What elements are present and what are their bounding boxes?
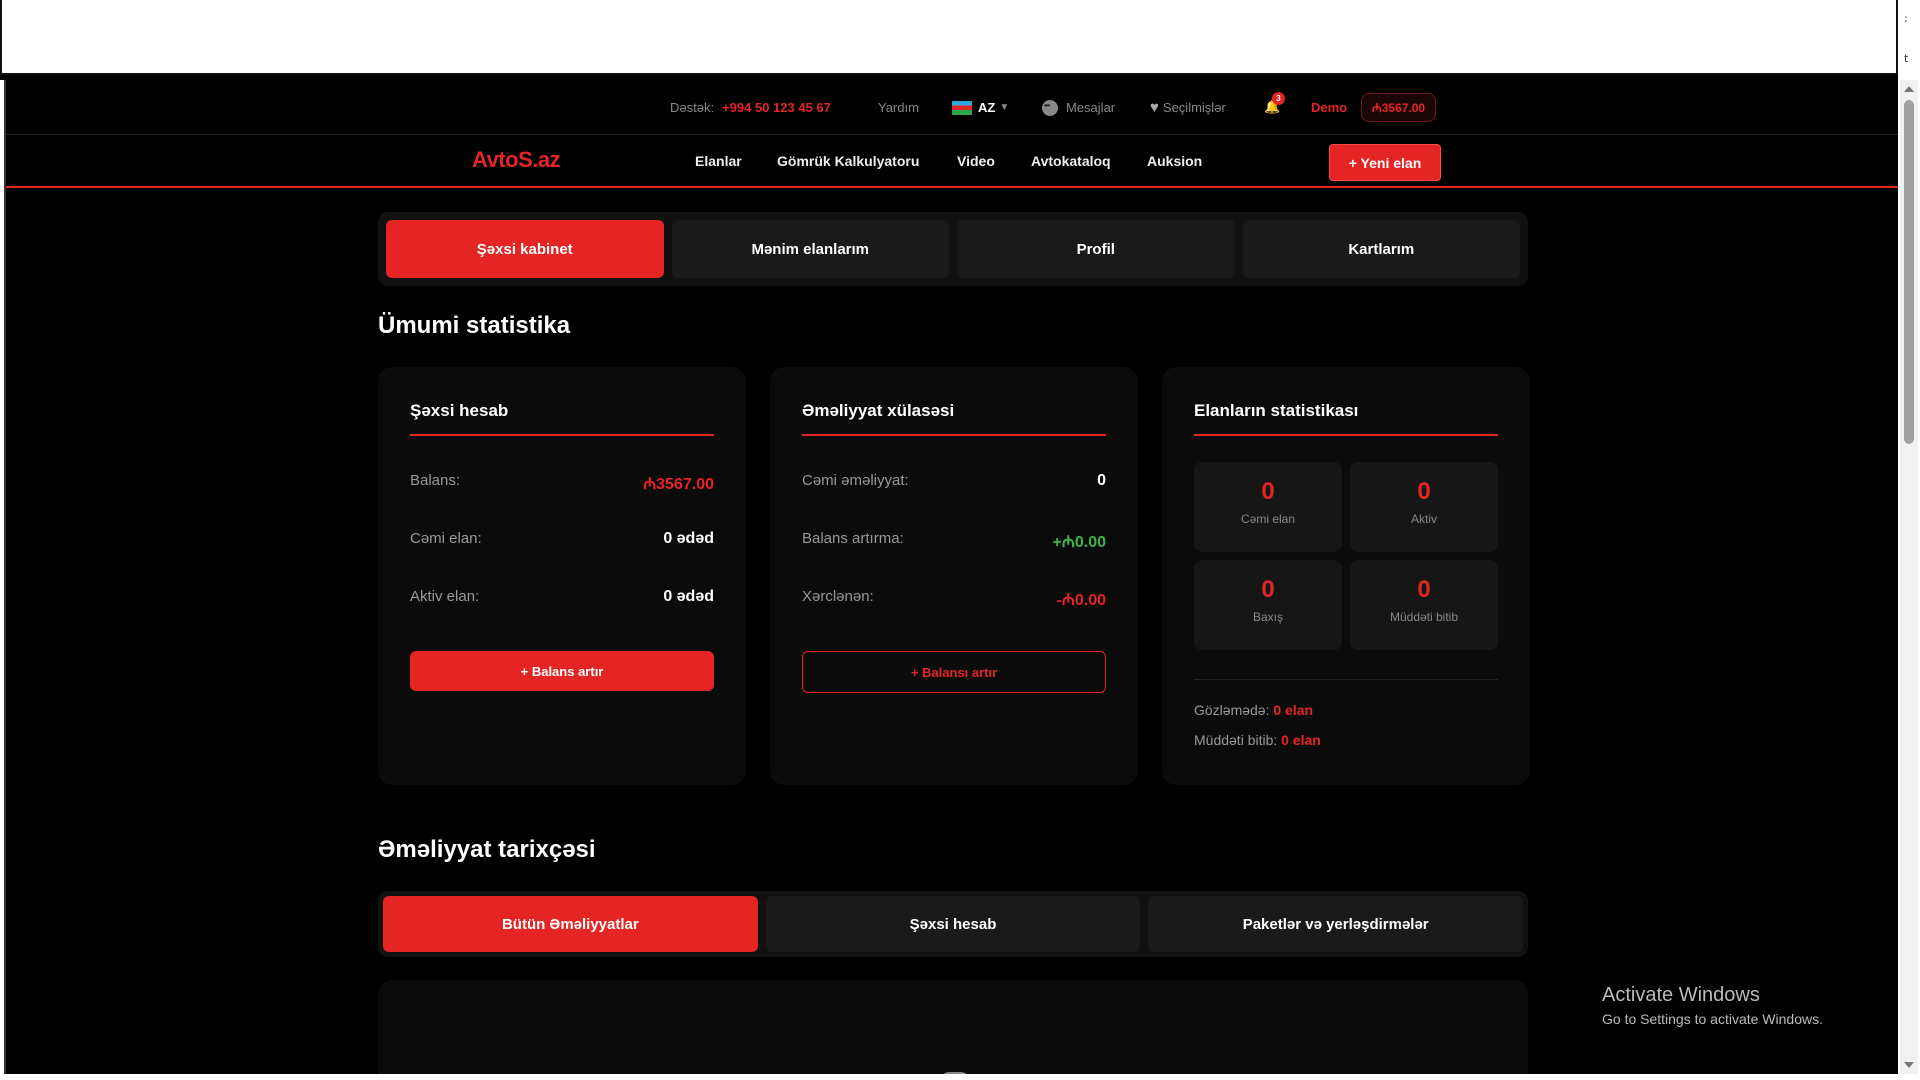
- favorites-label: Seçilmişlər: [1162, 100, 1226, 115]
- user-menu[interactable]: Demo: [1311, 80, 1347, 135]
- azerbaijan-flag-icon: [952, 100, 972, 115]
- expired-value: 0 elan: [1281, 732, 1321, 748]
- language-selector[interactable]: AZ ▼: [952, 80, 1009, 135]
- cabinet-tabs: Şəxsi kabinet Mənim elanlarım Profil Kar…: [378, 212, 1528, 286]
- increase-balance-button[interactable]: + Balans artır: [410, 651, 714, 691]
- messages-link[interactable]: Mesajlar: [1042, 80, 1115, 135]
- stats-section-title: Ümumi statistika: [378, 312, 571, 339]
- row-label: Xərclənən:: [802, 588, 874, 605]
- expired-label: Müddəti bitib:: [1194, 732, 1278, 748]
- tab-my-cards[interactable]: Kartlarım: [1242, 220, 1520, 278]
- stat-label: Baxış: [1252, 610, 1283, 624]
- row-value: -₼0.00: [1056, 592, 1106, 609]
- stat-label: Aktiv: [1410, 512, 1437, 526]
- row-label: Cəmi elan:: [410, 530, 482, 547]
- summary-row-topups: Balans artırma: +₼0.00: [802, 530, 1106, 552]
- tab-all-operations[interactable]: Bütün Əməliyyatlar: [383, 896, 758, 952]
- row-value: 0 ədəd: [663, 588, 714, 605]
- nav-link-autocatalog[interactable]: Avtokataloq: [1031, 153, 1111, 169]
- summary-row-total-ops: Cəmi əməliyyat: 0: [802, 472, 1106, 490]
- tab-personal-account[interactable]: Şəxsi hesab: [765, 896, 1141, 952]
- notifications-button[interactable]: 🔔 3: [1264, 80, 1285, 135]
- page-viewport: Dəstək: +994 50 123 45 67 Yardım AZ ▼ Me…: [4, 80, 1898, 1074]
- scroll-up-icon[interactable]: [1904, 86, 1914, 92]
- summary-row-spent: Xərclənən: -₼0.00: [802, 588, 1106, 610]
- account-row-active-ads: Aktiv elan: 0 ədəd: [410, 588, 714, 606]
- heart-icon: ♥: [1150, 99, 1159, 116]
- row-label: Aktiv elan:: [410, 588, 480, 605]
- nav-link-elanlar[interactable]: Elanlar: [695, 153, 742, 169]
- stat-label: Cəmi elan: [1240, 512, 1296, 526]
- vertical-scrollbar[interactable]: [1900, 80, 1918, 1074]
- divider: [1194, 679, 1498, 680]
- chat-icon: [1042, 99, 1058, 116]
- stat-views: 0 Baxış: [1194, 560, 1342, 650]
- language-code: AZ: [978, 100, 996, 115]
- scroll-down-icon[interactable]: [1904, 1062, 1914, 1068]
- pending-label: Gözləmədə:: [1194, 702, 1270, 718]
- increase-balance-outline-button[interactable]: + Balansı artır: [802, 651, 1106, 693]
- nav-link-customs-calculator[interactable]: Gömrük Kalkulyatoru: [777, 153, 919, 169]
- row-label: Balans artırma:: [802, 530, 904, 547]
- row-value: +₼0.00: [1052, 534, 1106, 551]
- activation-title: Activate Windows: [1602, 984, 1760, 1006]
- activation-subtitle: Go to Settings to activate Windows.: [1602, 1011, 1823, 1027]
- chevron-down-icon: ▼: [999, 102, 1010, 113]
- row-value: 0 ədəd: [663, 530, 714, 547]
- row-value: 0: [1097, 472, 1106, 489]
- pending-info: Gözləmədə: 0 elan: [1194, 702, 1313, 718]
- stat-number: 0: [1417, 576, 1431, 603]
- stat-number: 0: [1261, 478, 1275, 505]
- browser-bottom-edge: [0, 1074, 1920, 1080]
- messages-label: Mesajlar: [1066, 100, 1116, 115]
- scrollbar-thumb[interactable]: [1904, 100, 1914, 444]
- nav-link-auction[interactable]: Auksion: [1147, 153, 1202, 169]
- nav-link-video[interactable]: Video: [957, 153, 995, 169]
- ad-stats-card: Elanların statistikası 0 Cəmi elan 0 Akt…: [1162, 367, 1530, 785]
- windows-activation-watermark: Activate Windows Go to Settings to activ…: [1602, 984, 1823, 1027]
- tab-personal-cabinet[interactable]: Şəxsi kabinet: [386, 220, 664, 278]
- balance-value: ₼3567.00: [1361, 93, 1437, 122]
- row-label: Cəmi əməliyyat:: [802, 472, 909, 489]
- main-nav: AvtoS.az Elanlar Gömrük Kalkulyatoru Vid…: [6, 135, 1898, 188]
- site-logo[interactable]: AvtoS.az: [472, 147, 561, 173]
- ad-stats-card-title: Elanların statistikası: [1194, 401, 1359, 420]
- expired-info: Müddəti bitib: 0 elan: [1194, 732, 1321, 748]
- notification-badge: 3: [1272, 91, 1285, 105]
- history-tabs: Bütün Əməliyyatlar Şəxsi hesab Paketlər …: [378, 891, 1528, 957]
- pending-value: 0 elan: [1273, 702, 1314, 718]
- browser-top-area: [0, 0, 1898, 75]
- title-underline: [802, 434, 1106, 436]
- stat-number: 0: [1261, 576, 1275, 603]
- stat-number: 0: [1417, 478, 1431, 505]
- stat-expired: 0 Müddəti bitib: [1350, 560, 1498, 650]
- stat-label: Müddəti bitib: [1389, 610, 1459, 624]
- tab-profile[interactable]: Profil: [957, 220, 1235, 278]
- history-section-title: Əməliyyat tarixçəsi: [378, 836, 596, 863]
- support-contact: Dəstək: +994 50 123 45 67: [670, 80, 831, 135]
- account-card: Şəxsi hesab Balans: ₼3567.00 Cəmi elan: …: [378, 367, 746, 785]
- support-phone[interactable]: +994 50 123 45 67: [722, 100, 831, 115]
- account-row-total-ads: Cəmi elan: 0 ədəd: [410, 530, 714, 548]
- summary-card: Əməliyyat xülasəsi Cəmi əməliyyat: 0 Bal…: [770, 367, 1138, 785]
- title-underline: [1194, 434, 1498, 436]
- new-ad-button[interactable]: + Yeni elan: [1329, 144, 1441, 181]
- support-label: Dəstək:: [670, 100, 715, 115]
- help-link[interactable]: Yardım: [878, 80, 919, 135]
- stat-total-ads: 0 Cəmi elan: [1194, 462, 1342, 552]
- balance-pill[interactable]: ₼3567.00: [1361, 80, 1437, 135]
- stat-active: 0 Aktiv: [1350, 462, 1498, 552]
- row-label: Balans:: [410, 472, 461, 489]
- tab-my-ads[interactable]: Mənim elanlarım: [671, 220, 949, 278]
- summary-card-title: Əməliyyat xülasəsi: [802, 401, 955, 420]
- user-name: Demo: [1311, 100, 1348, 115]
- account-row-balance: Balans: ₼3567.00: [410, 472, 714, 494]
- account-card-title: Şəxsi hesab: [410, 401, 509, 420]
- history-panel: [378, 980, 1528, 1074]
- tab-packages[interactable]: Paketlər və yerləşdirmələr: [1148, 896, 1524, 952]
- title-underline: [410, 434, 714, 436]
- favorites-link[interactable]: ♥ Seçilmişlər: [1150, 80, 1226, 135]
- utility-bar: Dəstək: +994 50 123 45 67 Yardım AZ ▼ Me…: [6, 80, 1898, 135]
- row-value: ₼3567.00: [643, 476, 714, 493]
